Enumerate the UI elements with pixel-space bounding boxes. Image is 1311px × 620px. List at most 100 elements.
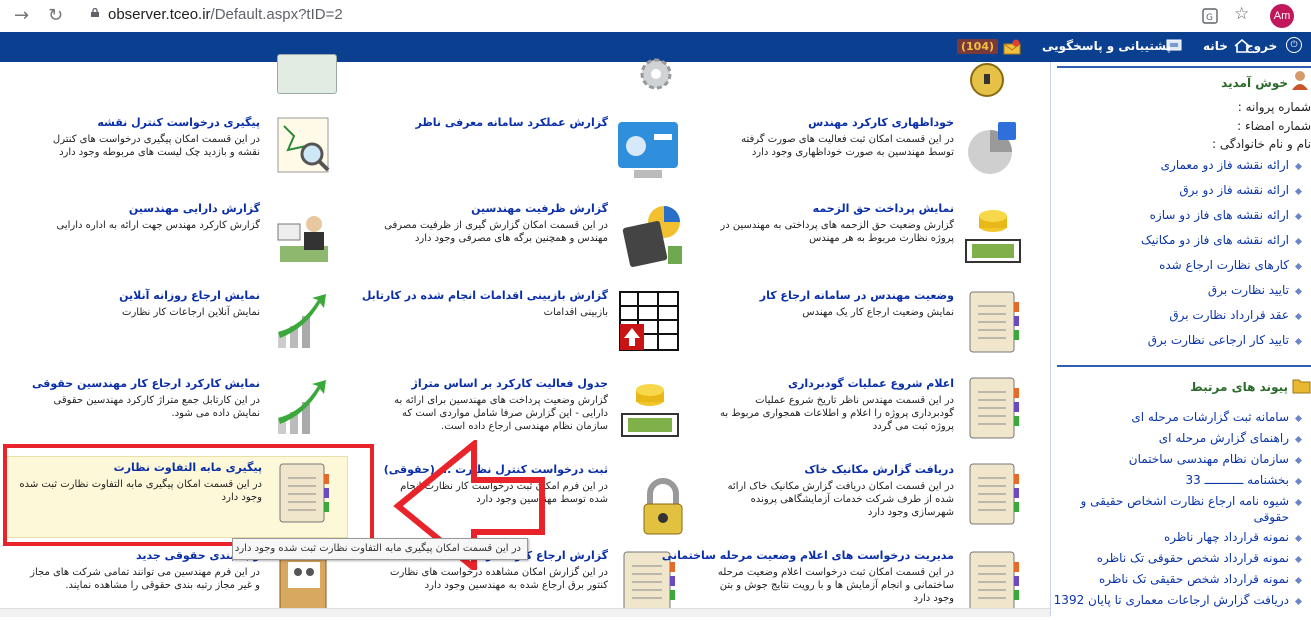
sidebar-link-mechanical-phase2[interactable]: ارائه نقشه های فاز دو مکانیک bbox=[1080, 233, 1289, 247]
item-engineers-tax-report[interactable]: گزارش دارایی مهندسین گزارش کارکرد مهندس … bbox=[30, 202, 260, 232]
map-magnifier-icon[interactable] bbox=[276, 116, 334, 176]
pie-chart-icon[interactable] bbox=[962, 120, 1018, 178]
full-name-label-text: نام و نام خانوادگی : bbox=[1212, 137, 1311, 151]
item-desc: گزارش کارکرد مهندس جهت ارائه به اداره دا… bbox=[56, 220, 260, 231]
messages-icon[interactable] bbox=[1002, 39, 1022, 55]
sidebar-link-electrical-phase2[interactable]: ارائه نقشه فاز دو برق bbox=[1080, 183, 1289, 197]
notebook-icon[interactable] bbox=[966, 376, 1022, 440]
item-excavation-start-announcement[interactable]: اعلام شروع عملیات گودبرداری در این قسمت … bbox=[720, 377, 954, 433]
item-desc: در این قسمت امکان گزارش گیری از ظرفیت مص… bbox=[384, 220, 608, 244]
item-drawing-control-followup[interactable]: پیگیری درخواست کنترل نقشه در این قسمت ام… bbox=[30, 116, 260, 159]
address-bar[interactable]: observer.tceo.ir/Default.aspx?tID=2 bbox=[108, 6, 343, 23]
item-title[interactable]: پیگیری درخواست کنترل نقشه bbox=[30, 116, 260, 130]
svg-text:G: G bbox=[1206, 13, 1213, 23]
item-title[interactable]: وضعیت مهندس در سامانه ارجاع کار bbox=[720, 289, 954, 303]
item-title[interactable]: نمایش پرداخت حق الزحمه bbox=[720, 202, 954, 216]
money-stack-icon[interactable] bbox=[618, 380, 682, 440]
home-link[interactable]: خانه bbox=[1203, 39, 1228, 53]
related-link-legal-single-contract[interactable]: نمونه قرارداد شخص حقوقی تک ناظره bbox=[1066, 551, 1289, 565]
item-desc: در این قسمت امکان پیگیری درخواست های کنت… bbox=[52, 134, 260, 158]
profile-avatar[interactable]: Am bbox=[1270, 4, 1294, 28]
address-book-icon[interactable] bbox=[276, 552, 332, 617]
sidebar-link-architecture-phase2[interactable]: ارائه نقشه فاز دو معماری bbox=[1080, 158, 1289, 172]
sidebar-divider bbox=[1057, 365, 1311, 367]
item-desc: نمایش وضعیت ارجاع کار یک مهندس bbox=[802, 307, 954, 318]
item-fee-payment-display[interactable]: نمایش پرداخت حق الزحمه گزارش وضعیت حق ال… bbox=[720, 202, 954, 245]
sidebar-link-approve-electrical[interactable]: تایید نظارت برق bbox=[1080, 283, 1289, 297]
sidebar-link-structure-phase2[interactable]: ارائه نقشه های فاز دو سازه bbox=[1080, 208, 1289, 222]
url-host: observer.tceo.ir bbox=[108, 6, 211, 23]
calculator-chart-icon[interactable] bbox=[622, 202, 686, 268]
browser-toolbar: → ↻ observer.tceo.ir/Default.aspx?tID=2 … bbox=[0, 0, 1311, 33]
notebook-icon[interactable] bbox=[966, 462, 1022, 526]
form-edit-icon[interactable] bbox=[277, 54, 337, 94]
item-legal-engineers-referral-work[interactable]: نمایش کارکرد ارجاع کار مهندسین حقوقی در … bbox=[30, 377, 260, 420]
item-desc: در این قسمت امکان ثبت درخواست اعلام وضعی… bbox=[717, 567, 954, 604]
item-title[interactable]: نمایش ارجاع روزانه آنلاین bbox=[30, 289, 260, 303]
item-title[interactable]: رتبه بندی حقوقی جدید bbox=[30, 549, 260, 563]
item-daily-online-referral[interactable]: نمایش ارجاع روزانه آنلاین نمایش آنلاین ا… bbox=[30, 289, 260, 319]
home-icon[interactable] bbox=[1234, 39, 1250, 53]
item-desc: بازبینی اقدامات bbox=[543, 307, 608, 318]
full-name-label: نام و نام خانوادگی : bbox=[1120, 137, 1311, 151]
forward-icon[interactable]: → bbox=[14, 5, 29, 26]
item-title[interactable]: خوداظهاری کارکرد مهندس bbox=[720, 116, 954, 130]
item-supervisor-system-report[interactable]: گزارش عملکرد سامانه معرفی ناظر bbox=[380, 116, 608, 130]
notebook-icon[interactable] bbox=[966, 290, 1022, 354]
item-title[interactable]: گزارش ظرفیت مهندسین bbox=[380, 202, 608, 216]
lock-icon bbox=[91, 8, 99, 17]
item-desc: گزارش وضعیت حق الزحمه های پرداختی به مهن… bbox=[720, 220, 954, 244]
related-link-individual-single-contract[interactable]: نمونه قرارداد شخص حقیقی تک ناظره bbox=[1066, 572, 1289, 586]
dashboard-screen-icon[interactable] bbox=[616, 118, 680, 180]
businessman-money-icon[interactable] bbox=[274, 210, 334, 266]
item-title[interactable]: نمایش کارکرد ارجاع کار مهندسین حقوقی bbox=[30, 377, 260, 391]
related-link-referral-guideline[interactable]: شیوه نامه ارجاع نظارت اشخاص حقیقی و bbox=[1066, 494, 1289, 508]
item-cartable-actions-review[interactable]: گزارش بازبینی اقدامات انجام شده در کارتا… bbox=[362, 289, 608, 319]
item-desc: در این کارتابل جمع متراژ کارکرد مهندسین … bbox=[53, 395, 260, 419]
money-stack-icon[interactable] bbox=[962, 206, 1024, 268]
item-desc: نمایش آنلاین ارجاعات کار نظارت bbox=[122, 307, 260, 318]
related-link-architecture-referrals-report[interactable]: دریافت گزارش ارجاعات معماری تا پایان 139… bbox=[1054, 593, 1289, 607]
item-title[interactable]: گزارش بازبینی اقدامات انجام شده در کارتا… bbox=[362, 289, 608, 303]
bookmark-star-icon[interactable]: ☆ bbox=[1234, 4, 1249, 24]
item-engineer-referral-status[interactable]: وضعیت مهندس در سامانه ارجاع کار نمایش وض… bbox=[720, 289, 954, 319]
messages-count-badge[interactable]: (104) bbox=[957, 39, 999, 54]
item-title[interactable]: مدیریت درخواست های اعلام وضعیت مرحله ساخ… bbox=[662, 549, 954, 563]
sidebar-link-electrical-contract[interactable]: عقد قرارداد نظارت برق bbox=[1080, 308, 1289, 322]
related-link-engineering-organization[interactable]: سازمان نظام مهندسی ساختمان bbox=[1070, 452, 1289, 466]
related-link-stage-reports-system[interactable]: سامانه ثبت گزارشات مرحله ای bbox=[1070, 410, 1289, 424]
sidebar-welcome: خوش آمدید bbox=[1221, 76, 1288, 90]
item-title[interactable]: دریافت گزارش مکانیک خاک bbox=[720, 463, 954, 477]
padlock-icon[interactable] bbox=[640, 476, 686, 538]
item-title[interactable]: گزارش عملکرد سامانه معرفی ناظر bbox=[380, 116, 608, 130]
user-icon bbox=[1292, 71, 1308, 90]
item-building-stage-status-requests[interactable]: مدیریت درخواست های اعلام وضعیت مرحله ساخ… bbox=[662, 549, 954, 605]
item-desc: در این قسمت امکان ثبت فعالیت های صورت گر… bbox=[741, 134, 954, 158]
gear-icon[interactable] bbox=[628, 56, 682, 94]
related-link-circular-33[interactable]: بخشنامه ـــــــــــ 33 bbox=[1070, 473, 1289, 487]
item-area-based-activity-table[interactable]: جدول فعالیت کارکرد بر اساس متراژ گزارش و… bbox=[380, 377, 608, 433]
related-link-stage-report-guide[interactable]: راهنمای گزارش مرحله ای bbox=[1070, 431, 1289, 445]
item-new-legal-ranking[interactable]: رتبه بندی حقوقی جدید در این فرم مهندسین … bbox=[30, 549, 260, 592]
item-soil-mechanics-report[interactable]: دریافت گزارش مکانیک خاک در این قسمت امکا… bbox=[720, 463, 954, 519]
item-desc: گزارش وضعیت پرداخت های مهندسین برای ارائ… bbox=[394, 395, 608, 432]
sidebar-link-approve-electrical-referral[interactable]: تایید کار ارجاعی نظارت برق bbox=[1080, 333, 1289, 347]
support-link[interactable]: پشتیبانی و پاسخگویی bbox=[1042, 39, 1171, 53]
translate-icon[interactable]: G bbox=[1202, 8, 1218, 24]
growth-arrow-icon[interactable] bbox=[272, 378, 332, 438]
item-title[interactable]: اعلام شروع عملیات گودبرداری bbox=[720, 377, 954, 391]
item-title[interactable]: گزارش دارایی مهندسین bbox=[30, 202, 260, 216]
related-link-four-supervisor-contract[interactable]: نمونه قرارداد چهار ناظره bbox=[1070, 530, 1289, 544]
power-icon[interactable]: ⏻ bbox=[1286, 37, 1302, 53]
related-links-title: پیوند های مرتبط bbox=[1190, 380, 1288, 394]
reload-icon[interactable]: ↻ bbox=[48, 5, 63, 26]
growth-arrow-icon[interactable] bbox=[272, 292, 332, 352]
item-engineer-self-declaration[interactable]: خوداظهاری کارکرد مهندس در این قسمت امکان… bbox=[720, 116, 954, 159]
related-link-referral-guideline-cont[interactable]: حقوقی bbox=[1066, 510, 1289, 524]
item-title[interactable]: جدول فعالیت کارکرد بر اساس متراژ bbox=[380, 377, 608, 391]
notebook-icon[interactable] bbox=[966, 550, 1022, 616]
item-engineers-capacity-report[interactable]: گزارش ظرفیت مهندسین در این قسمت امکان گز… bbox=[380, 202, 608, 245]
table-grid-upload-icon[interactable] bbox=[618, 290, 680, 352]
sidebar-link-referred-supervision[interactable]: کارهای نظارت ارجاع شده bbox=[1080, 258, 1289, 272]
padlock-gold-icon[interactable] bbox=[962, 60, 1012, 98]
